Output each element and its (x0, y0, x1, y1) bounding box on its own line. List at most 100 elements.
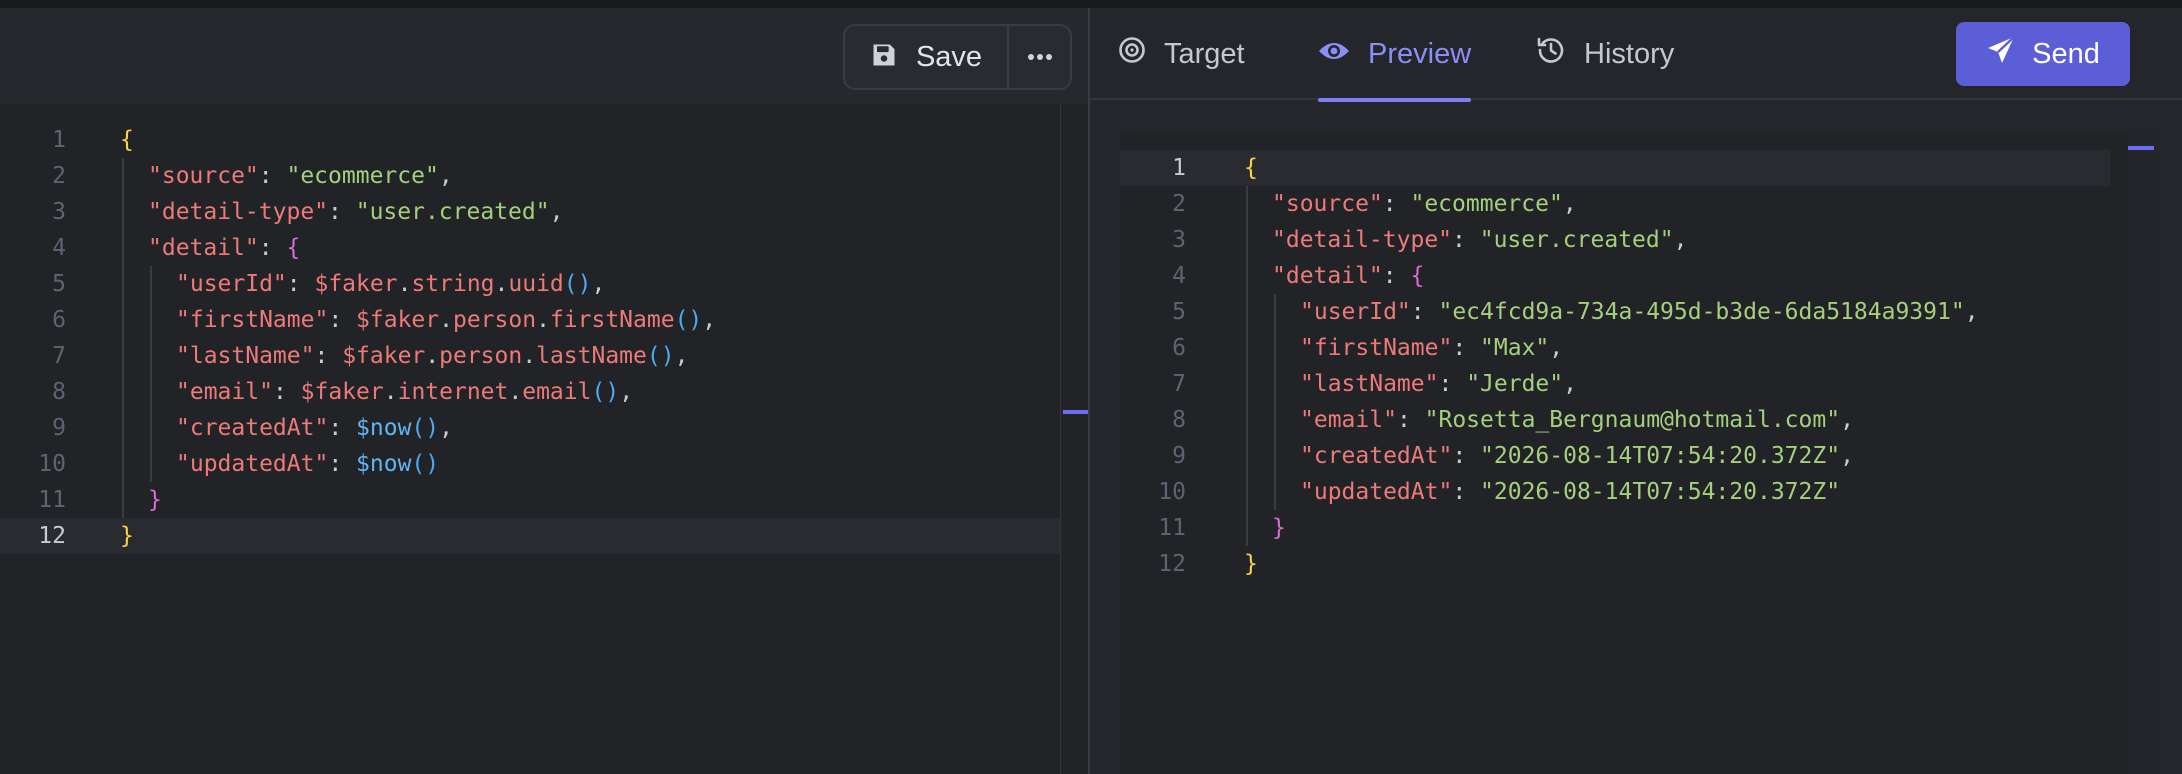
code-line: 9 "createdAt": "2026-08-14T07:54:20.372Z"… (1120, 438, 2110, 474)
indent-guide (122, 194, 124, 230)
line-number: 9 (1172, 443, 1186, 469)
code-token: , (1549, 335, 1564, 361)
code-token: "detail-type" (1272, 227, 1453, 253)
code-token: } (1272, 515, 1286, 541)
code-token: $faker (314, 271, 398, 297)
code-text: } (148, 482, 162, 518)
code-text: } (1272, 510, 1286, 546)
history-icon (1536, 35, 1566, 73)
target-icon (1118, 36, 1146, 72)
code-token: : (1382, 263, 1411, 289)
line-number: 11 (38, 487, 66, 513)
code-token: person (439, 343, 523, 369)
code-token: : (1382, 191, 1411, 217)
indent-guide (122, 230, 124, 266)
code-token: , (438, 163, 453, 189)
code-token: "ec4fcd9a-734a-495d-b3de-6da5184a9391" (1438, 299, 1965, 325)
indent-guide (1246, 330, 1248, 366)
code-token: , (439, 415, 453, 441)
code-token: . (397, 271, 412, 297)
tab-target[interactable]: Target (1118, 8, 1245, 100)
code-token: : (1438, 371, 1467, 397)
code-text: "lastName": "Jerde", (1300, 366, 1577, 402)
preview-scrollbar-marker (2128, 146, 2154, 150)
code-text: "email": "Rosetta_Bergnaum@hotmail.com", (1300, 402, 1854, 438)
code-token: "Rosetta_Bergnaum@hotmail.com" (1424, 407, 1841, 433)
code-token: : (1452, 479, 1481, 505)
code-token: , (1964, 299, 1979, 325)
preview-scrollbar[interactable] (2128, 132, 2156, 774)
line-number: 7 (52, 343, 66, 369)
code-line: 5 "userId": "ec4fcd9a-734a-495d-b3de-6da5… (1120, 294, 2110, 330)
preview-code-viewer[interactable]: 1{2 "source": "ecommerce", 3 "detail-type":… (1120, 132, 2156, 774)
code-text: { (120, 122, 134, 158)
code-token: "createdAt" (1300, 443, 1453, 469)
code-token: $faker (342, 343, 426, 369)
code-token: () (563, 271, 592, 297)
code-line: 11} (0, 482, 1060, 518)
code-token: "updatedAt" (176, 451, 329, 477)
send-button[interactable]: Send (1956, 22, 2130, 86)
code-token: "firstName" (1300, 335, 1453, 361)
indent-guide (1246, 222, 1248, 258)
code-line: 10 "updatedAt": $now() (0, 446, 1060, 482)
line-number: 12 (38, 523, 66, 549)
code-token: $faker (300, 379, 384, 405)
code-token: : (314, 343, 343, 369)
save-button[interactable]: Save (845, 26, 1009, 88)
code-text: "firstName": $faker.person.firstName(), (176, 302, 716, 338)
indent-guide (1274, 330, 1276, 366)
indent-guide (1246, 294, 1248, 330)
code-token: "userId" (176, 271, 287, 297)
line-number: 11 (1158, 515, 1186, 541)
code-token: , (1840, 407, 1854, 433)
indent-guide (122, 482, 124, 518)
indent-guide (1246, 258, 1248, 294)
scrollbar-cursor-marker (1063, 410, 1089, 414)
template-editor-scrollbar[interactable] (1060, 104, 1089, 774)
more-options-button[interactable] (1009, 26, 1070, 88)
line-number: 10 (1158, 479, 1186, 505)
eye-icon (1318, 38, 1350, 71)
code-text: } (1244, 546, 1258, 582)
code-text: "detail": { (1272, 258, 1424, 294)
code-token: : (328, 415, 357, 441)
code-token: , (674, 343, 689, 369)
code-token: () (674, 307, 703, 333)
code-line: 12} (1120, 546, 2110, 582)
indent-guide (122, 410, 124, 446)
code-token: string (411, 271, 495, 297)
code-token: "userId" (1300, 299, 1411, 325)
code-line: 3 "detail-type": "user.created", (1120, 222, 2110, 258)
indent-guide (122, 446, 124, 482)
code-text: "email": $faker.internet.email(), (176, 374, 633, 410)
tab-preview[interactable]: Preview (1318, 8, 1472, 102)
code-token: { (1244, 155, 1258, 181)
code-token: : (1410, 299, 1439, 325)
code-line: 8 "email": $faker.internet.email(), (0, 374, 1060, 410)
indent-guide (1246, 402, 1248, 438)
indent-guide (1274, 402, 1276, 438)
code-token: : (258, 163, 287, 189)
code-token: $now (356, 415, 412, 441)
tab-history[interactable]: History (1536, 8, 1674, 100)
line-number: 7 (1172, 371, 1186, 397)
code-line: 4 "detail": { (0, 230, 1060, 266)
template-code-editor[interactable]: 1{2 "source": "ecommerce", 3 "detail-type":… (0, 104, 1088, 774)
code-text: "firstName": "Max", (1300, 330, 1563, 366)
tab-history-label: History (1584, 37, 1675, 70)
floppy-disk-icon (870, 41, 898, 74)
code-token: "firstName" (176, 307, 329, 333)
code-token: "updatedAt" (1300, 479, 1453, 505)
code-token: : (1452, 335, 1481, 361)
code-text: "source": "ecommerce", (148, 158, 453, 194)
line-number: 2 (52, 163, 66, 189)
code-text: "updatedAt": $now() (176, 446, 439, 482)
code-text: "detail-type": "user.created", (148, 194, 563, 230)
code-text: "detail": { (148, 230, 300, 266)
code-text: "createdAt": $now(), (176, 410, 453, 446)
code-token: "user.created" (355, 199, 550, 225)
indent-guide (150, 266, 152, 302)
code-line: 12} (0, 518, 1060, 554)
code-token: "detail" (1272, 263, 1383, 289)
